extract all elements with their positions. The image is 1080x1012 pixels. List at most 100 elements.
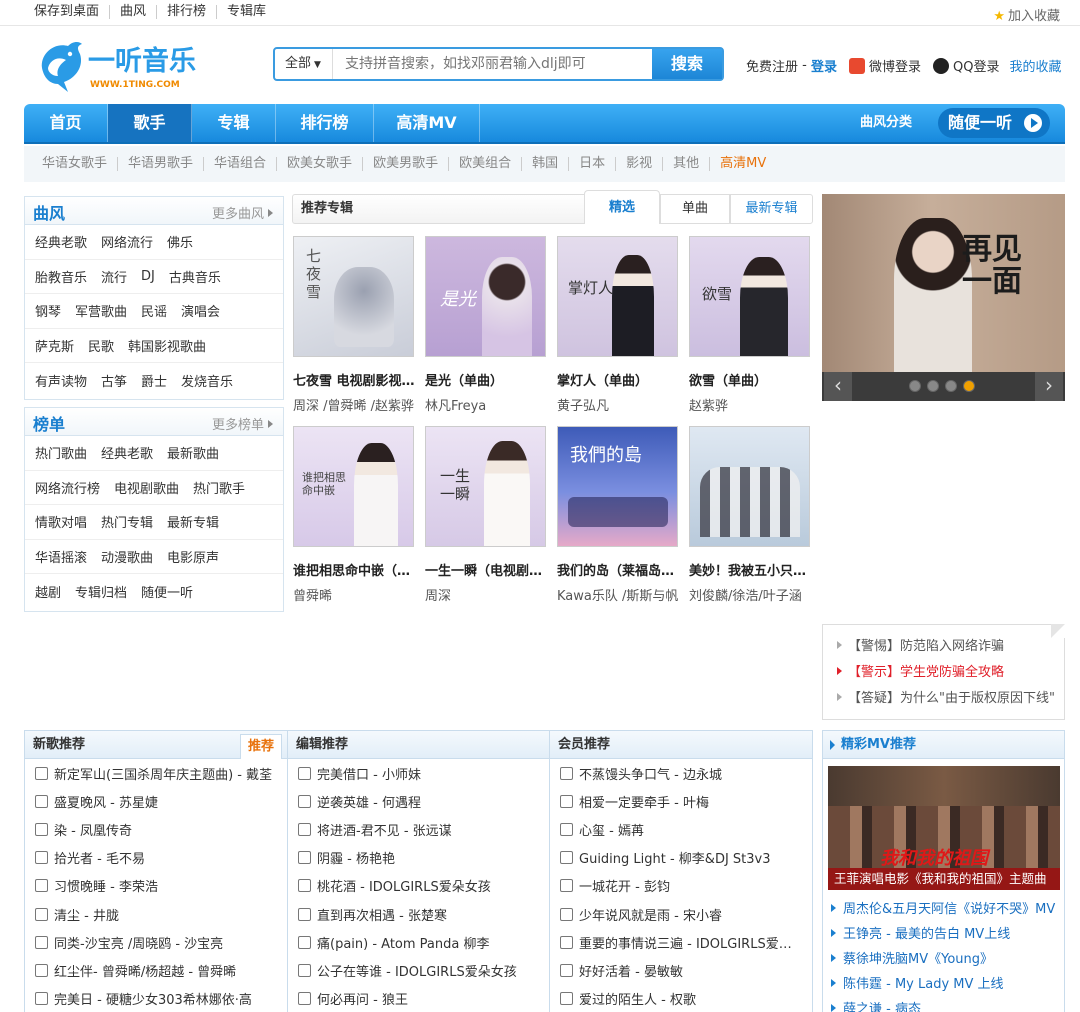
promo-banner[interactable]: 再见一面 ‹ › <box>822 194 1065 401</box>
album-artist[interactable]: 周深 <box>425 585 549 604</box>
chart-link[interactable]: 经典老歌 <box>101 443 153 462</box>
song-title[interactable]: 盛夏晚风 - 苏星婕 <box>54 792 278 811</box>
song-item[interactable]: 染 - 凤凰传奇 <box>25 815 288 843</box>
subnav-item[interactable]: 韩国 <box>521 157 568 171</box>
song-item[interactable]: 完美日 - 硬糖少女303希林娜依·高 <box>25 985 288 1012</box>
song-title[interactable]: 完美日 - 硬糖少女303希林娜依·高 <box>54 989 278 1008</box>
chart-link[interactable]: 热门歌曲 <box>35 443 87 462</box>
album-name[interactable]: 一生一瞬（电视剧插曲） <box>425 560 549 579</box>
genre-link[interactable]: 爵士 <box>141 371 167 390</box>
album-name[interactable]: 掌灯人（单曲） <box>557 370 681 389</box>
album-card[interactable]: 我們的島 我们的岛（莱福岛主题曲） Kawa乐队 /斯斯与帆 <box>557 426 681 604</box>
tab-singles[interactable]: 单曲 <box>660 194 730 224</box>
song-title[interactable]: 不蒸馒头争口气 - 边永城 <box>579 764 803 783</box>
notice-item[interactable]: 【答疑】为什么"由于版权原因下线" <box>837 687 1064 713</box>
chart-link[interactable]: 电影原声 <box>167 547 219 566</box>
album-cover[interactable]: 我們的島 <box>557 426 678 547</box>
song-title[interactable]: Guiding Light - 柳李&DJ St3v3 <box>579 848 803 867</box>
random-listen-button[interactable]: 随便一听 <box>938 108 1050 138</box>
chart-link[interactable]: 热门专辑 <box>101 512 153 531</box>
album-cover[interactable]: 掌灯人 <box>557 236 678 357</box>
album-cover[interactable]: 欲雪 <box>689 236 810 357</box>
genre-link[interactable]: 网络流行 <box>101 232 153 251</box>
song-checkbox[interactable] <box>560 794 573 808</box>
album-artist[interactable]: 赵紫骅 <box>689 395 813 414</box>
recommend-tab[interactable]: 推荐 <box>240 734 282 759</box>
song-item[interactable]: 心玺 - 嫣苒 <box>550 815 812 843</box>
song-checkbox[interactable] <box>35 822 48 836</box>
song-checkbox[interactable] <box>35 794 48 808</box>
song-checkbox[interactable] <box>35 963 48 977</box>
genre-link[interactable]: 发烧音乐 <box>181 371 233 390</box>
nav-charts[interactable]: 排行榜 <box>276 104 374 142</box>
song-checkbox[interactable] <box>560 879 573 893</box>
song-title[interactable]: 心玺 - 嫣苒 <box>579 820 803 839</box>
chart-link[interactable]: 最新歌曲 <box>167 443 219 462</box>
nav-singers[interactable]: 歌手 <box>108 104 192 142</box>
song-title[interactable]: 阴霾 - 杨艳艳 <box>317 848 541 867</box>
song-checkbox[interactable] <box>560 766 573 780</box>
album-card[interactable]: 谁把相思命中嵌 谁把相思命中嵌（单曲） 曾舜晞 <box>293 426 417 604</box>
song-item[interactable]: 公子在等谁 - IDOLGIRLS爱朵女孩 <box>288 956 550 984</box>
album-name[interactable]: 谁把相思命中嵌（单曲） <box>293 560 417 579</box>
album-card[interactable]: 美妙！我被五小只包围了 刘俊麟/徐浩/叶子涵 <box>689 426 813 604</box>
banner-prev-button[interactable]: ‹ <box>824 372 852 401</box>
top-link-save-desktop[interactable]: 保存到桌面 <box>34 5 109 19</box>
genre-link[interactable]: 萨克斯 <box>35 336 74 355</box>
genre-link[interactable]: 流行 <box>101 267 127 286</box>
song-checkbox[interactable] <box>298 822 311 836</box>
album-artist[interactable]: 黄子弘凡 <box>557 395 681 414</box>
song-item[interactable]: 一城花开 - 彭钧 <box>550 872 812 900</box>
genre-link[interactable]: 民歌 <box>88 336 114 355</box>
song-checkbox[interactable] <box>298 935 311 949</box>
song-item[interactable]: 盛夏晚风 - 苏星婕 <box>25 787 288 815</box>
song-item[interactable]: 完美借口 - 小师妹 <box>288 759 550 787</box>
site-logo[interactable]: 一听音乐 WWW.1TING.COM <box>36 38 206 96</box>
subnav-item[interactable]: 欧美组合 <box>448 157 521 171</box>
subnav-item[interactable]: 欧美女歌手 <box>276 157 362 171</box>
album-name[interactable]: 美妙！我被五小只包围了 <box>689 560 813 579</box>
song-title[interactable]: 一城花开 - 彭钧 <box>579 876 803 895</box>
song-item[interactable]: 拾光者 - 毛不易 <box>25 844 288 872</box>
song-checkbox[interactable] <box>560 851 573 865</box>
genre-link[interactable]: 有声读物 <box>35 371 87 390</box>
song-checkbox[interactable] <box>560 907 573 921</box>
song-checkbox[interactable] <box>35 851 48 865</box>
song-checkbox[interactable] <box>298 992 311 1006</box>
song-item[interactable]: 直到再次相遇 - 张楚寒 <box>288 900 550 928</box>
album-cover[interactable]: 七夜雪 <box>293 236 414 357</box>
genre-link[interactable]: 民谣 <box>141 301 167 320</box>
genre-link[interactable]: DJ <box>141 269 155 284</box>
song-checkbox[interactable] <box>298 794 311 808</box>
song-item[interactable]: 不蒸馒头争口气 - 边永城 <box>550 759 812 787</box>
album-cover[interactable]: 谁把相思 命中嵌 <box>293 426 414 547</box>
album-artist[interactable]: 刘俊麟/徐浩/叶子涵 <box>689 585 813 604</box>
song-title[interactable]: 清尘 - 井胧 <box>54 905 278 924</box>
song-title[interactable]: 何必再问 - 狼王 <box>317 989 541 1008</box>
song-item[interactable]: 好好活着 - 晏敏敏 <box>550 956 812 984</box>
song-item[interactable]: 清尘 - 井胧 <box>25 900 288 928</box>
album-name[interactable]: 七夜雪 电视剧影视原声带 <box>293 370 417 389</box>
song-checkbox[interactable] <box>560 992 573 1006</box>
album-card[interactable]: 掌灯人 掌灯人（单曲） 黄子弘凡 <box>557 236 681 414</box>
song-title[interactable]: 染 - 凤凰传奇 <box>54 820 278 839</box>
chart-link[interactable]: 专辑归档 <box>75 582 127 601</box>
song-title[interactable]: 爱过的陌生人 - 权歌 <box>579 989 803 1008</box>
album-card[interactable]: 欲雪 欲雪（单曲） 赵紫骅 <box>689 236 813 414</box>
album-cover[interactable]: 一生 一瞬 <box>425 426 546 547</box>
song-item[interactable]: 新定军山(三国杀周年庆主题曲) - 戴荃 <box>25 759 288 787</box>
song-checkbox[interactable] <box>298 766 311 780</box>
song-title[interactable]: 直到再次相遇 - 张楚寒 <box>317 905 541 924</box>
search-input[interactable] <box>333 49 652 79</box>
album-name[interactable]: 欲雪（单曲） <box>689 370 813 389</box>
song-title[interactable]: 逆袭英雄 - 何遇程 <box>317 792 541 811</box>
album-card[interactable]: 一生一瞬 一生一瞬（电视剧插曲） 周深 <box>425 426 549 604</box>
song-checkbox[interactable] <box>35 992 48 1006</box>
song-item[interactable]: 桃花酒 - IDOLGIRLS爱朵女孩 <box>288 872 550 900</box>
song-item[interactable]: 少年说风就是雨 - 宋小睿 <box>550 900 812 928</box>
top-link-charts[interactable]: 排行榜 <box>156 5 216 19</box>
genre-link[interactable]: 佛乐 <box>167 232 193 251</box>
mv-item[interactable]: 陈伟霆 - My Lady MV 上线 <box>831 973 1055 998</box>
banner-next-button[interactable]: › <box>1035 372 1063 401</box>
chart-link[interactable]: 情歌对唱 <box>35 512 87 531</box>
